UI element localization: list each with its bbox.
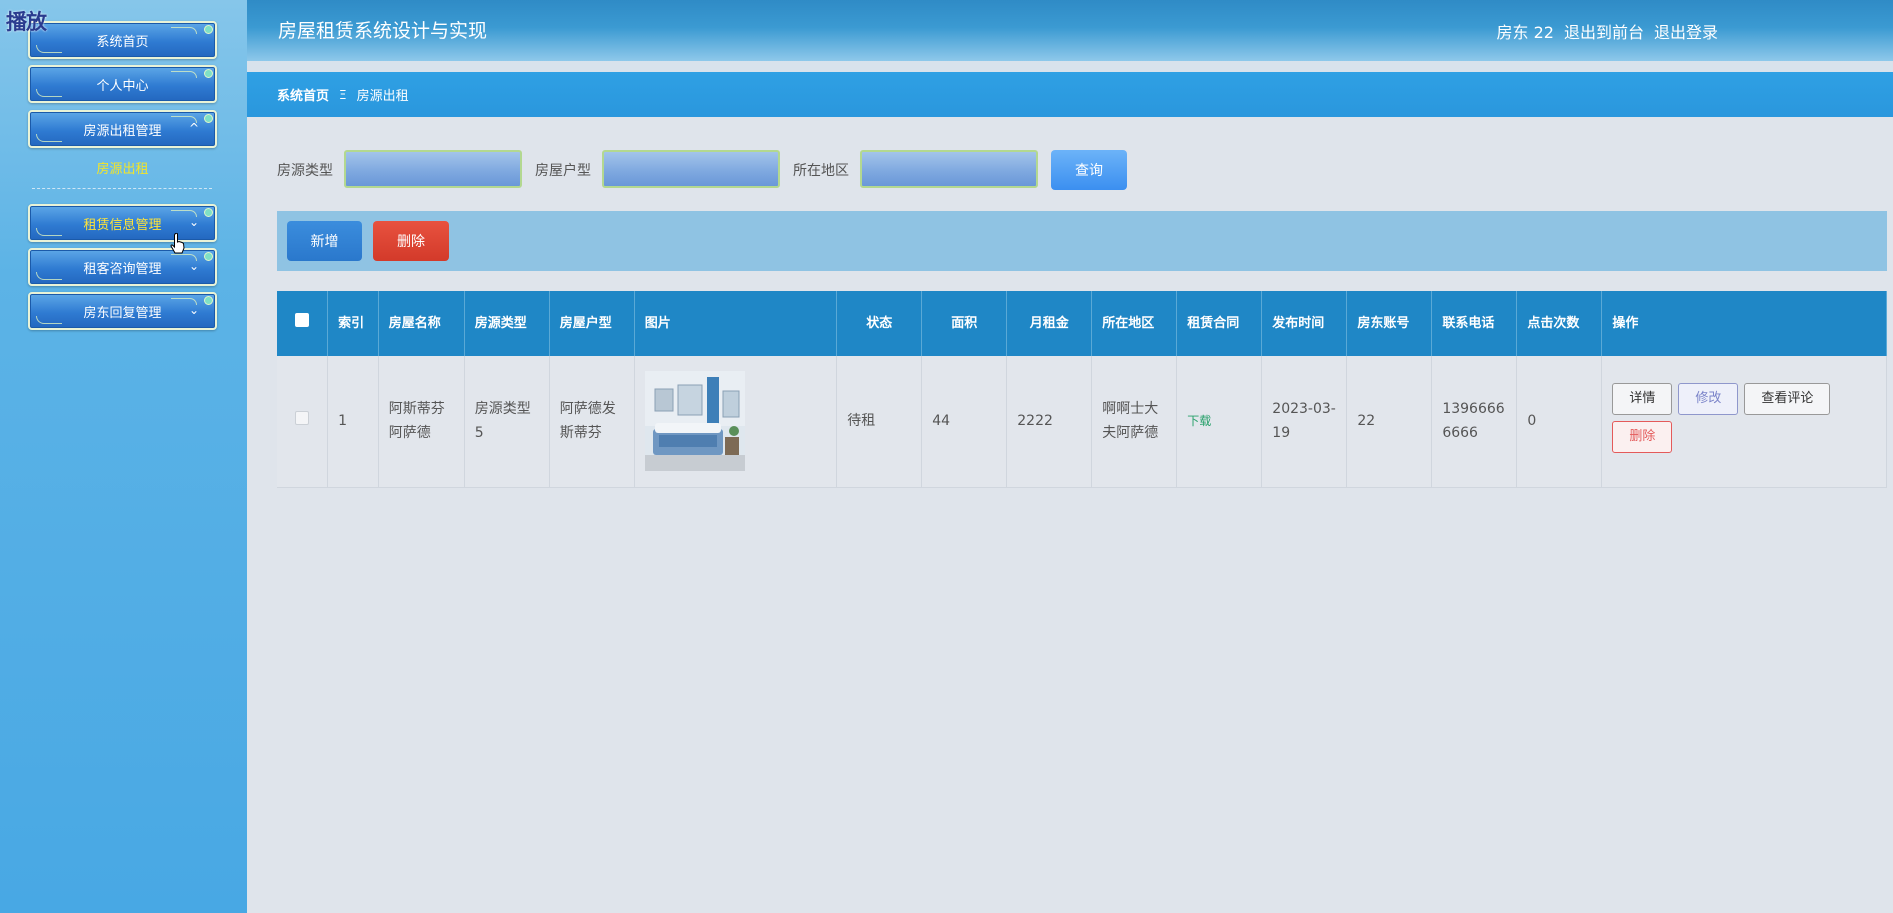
ornament	[204, 252, 213, 261]
cell-ops: 详情 修改 查看评论 删除	[1601, 356, 1887, 488]
search-label-region: 所在地区	[793, 163, 849, 179]
breadcrumb-home[interactable]: 系统首页	[277, 85, 329, 104]
view-comments-button[interactable]: 查看评论	[1744, 383, 1831, 416]
column-header: 房屋户型	[549, 291, 635, 356]
ornament	[204, 114, 213, 123]
batch-delete-button[interactable]: 删除	[373, 221, 449, 261]
rental-table: 索引 房屋名称 房源类型 房屋户型 图片 状态 面积 月租金 所在地区 租赁合同…	[277, 291, 1887, 488]
cell-region: 啊啊士大夫阿萨德	[1091, 356, 1178, 488]
chevron-down-icon: ⌄	[188, 303, 199, 317]
ornament	[204, 296, 213, 305]
column-header: 所在地区	[1091, 291, 1178, 356]
hand-cursor-icon	[170, 233, 185, 254]
cell-clicks: 0	[1516, 356, 1603, 488]
play-overlay-label: 播放	[6, 9, 47, 34]
sidebar: 系统首页 个人中心 房源出租管理 ^ 房源出租 租赁信息管理 ⌄ 租客咨询管理 …	[0, 0, 247, 913]
logout-link[interactable]: 退出登录	[1654, 19, 1718, 43]
ornament	[36, 134, 62, 142]
column-header: 面积	[921, 291, 1008, 356]
chevron-up-icon: ^	[188, 121, 199, 135]
cell-area: 44	[921, 356, 1008, 488]
cell-rent: 2222	[1006, 356, 1093, 488]
sidebar-item-label: 租赁信息管理	[83, 217, 162, 233]
breadcrumb: 系统首页 Ξ 房源出租	[247, 72, 1893, 117]
header-divider	[247, 61, 1893, 72]
column-header: 索引	[327, 291, 379, 356]
sidebar-item-label: 房源出租管理	[83, 123, 162, 139]
sidebar-subitem-rental[interactable]: 房源出租	[28, 158, 217, 177]
ornament	[204, 25, 213, 34]
app-title: 房屋租赁系统设计与实现	[278, 20, 488, 42]
sidebar-item-tenant-inquiry[interactable]: 租客咨询管理 ⌄	[28, 248, 217, 286]
search-label-layout: 房屋户型	[535, 163, 591, 179]
cell-type: 房源类型5	[464, 356, 550, 488]
back-to-front-link[interactable]: 退出到前台	[1564, 19, 1644, 43]
sidebar-item-rental-listings[interactable]: 房源出租管理 ^	[28, 110, 217, 148]
column-header: 租赁合同	[1176, 291, 1263, 356]
cell-image	[634, 356, 838, 488]
user-menu: 房东 22 退出到前台 退出登录	[1497, 19, 1718, 43]
ornament	[36, 228, 62, 236]
sidebar-item-profile[interactable]: 个人中心	[28, 65, 217, 103]
cell-status: 待租	[836, 356, 923, 488]
ornament	[36, 89, 62, 97]
sidebar-item-label: 系统首页	[96, 34, 149, 50]
ornament	[36, 272, 62, 280]
column-header: 房东账号	[1346, 291, 1433, 356]
search-label-house-type: 房源类型	[277, 163, 333, 179]
sidebar-item-label: 个人中心	[96, 78, 149, 94]
user-label: 房东 22	[1496, 23, 1554, 42]
action-bar	[277, 211, 1887, 271]
chevron-down-icon: ⌄	[188, 259, 199, 273]
ornament	[36, 45, 62, 53]
column-header: 点击次数	[1516, 291, 1603, 356]
breadcrumb-separator-icon: Ξ	[339, 87, 347, 102]
ornament	[204, 69, 213, 78]
detail-button[interactable]: 详情	[1612, 383, 1673, 416]
column-header: 图片	[634, 291, 838, 356]
sidebar-item-landlord-reply[interactable]: 房东回复管理 ⌄	[28, 292, 217, 330]
column-header: 联系电话	[1431, 291, 1518, 356]
contract-download-link[interactable]: 下载	[1187, 414, 1211, 428]
sidebar-divider	[32, 188, 212, 189]
cell-landlord: 22	[1346, 356, 1433, 488]
cell-phone: 13966666666	[1431, 356, 1518, 488]
delete-row-button[interactable]: 删除	[1612, 421, 1673, 454]
ornament	[171, 27, 197, 34]
layout-input[interactable]	[602, 150, 780, 188]
cell-name: 阿斯蒂芬阿萨德	[378, 356, 465, 488]
breadcrumb-current: 房源出租	[356, 89, 409, 104]
ornament	[36, 316, 62, 324]
add-button[interactable]: 新增	[287, 221, 362, 261]
column-header: 房源类型	[464, 291, 550, 356]
cell-published: 2023-03-19	[1261, 356, 1348, 488]
cell-contract: 下载	[1176, 356, 1263, 488]
column-header: 状态	[836, 291, 923, 356]
region-input[interactable]	[860, 150, 1038, 188]
sidebar-item-home[interactable]: 系统首页	[28, 21, 217, 59]
row-select-cell[interactable]	[277, 356, 329, 488]
cell-layout: 阿萨德发斯蒂芬	[549, 356, 635, 488]
ornament	[204, 208, 213, 217]
sidebar-item-label: 租客咨询管理	[83, 261, 162, 277]
column-header: 发布时间	[1261, 291, 1348, 356]
edit-button[interactable]: 修改	[1678, 383, 1739, 416]
cell-index: 1	[327, 356, 379, 488]
chevron-down-icon: ⌄	[188, 215, 199, 229]
column-header: 操作	[1601, 291, 1887, 356]
column-header: 房屋名称	[378, 291, 465, 356]
sidebar-item-label: 房东回复管理	[83, 305, 162, 321]
table-header-row: 索引 房屋名称 房源类型 房屋户型 图片 状态 面积 月租金 所在地区 租赁合同…	[277, 291, 1887, 356]
house-type-input[interactable]	[344, 150, 522, 188]
header: 房屋租赁系统设计与实现 房东 22 退出到前台 退出登录	[247, 0, 1893, 61]
column-header: 月租金	[1006, 291, 1093, 356]
select-all-checkbox[interactable]	[295, 312, 310, 327]
house-photo	[644, 371, 745, 472]
select-all-cell[interactable]	[277, 291, 329, 356]
ornament	[171, 71, 197, 78]
query-button[interactable]: 查询	[1051, 150, 1127, 190]
sidebar-item-lease-info[interactable]: 租赁信息管理 ⌄	[28, 204, 217, 242]
row-checkbox[interactable]	[295, 411, 310, 426]
table-row: 1 阿斯蒂芬阿萨德 房源类型5 阿萨德发斯蒂芬 待租 44 2222 啊啊士大夫…	[277, 356, 1887, 488]
